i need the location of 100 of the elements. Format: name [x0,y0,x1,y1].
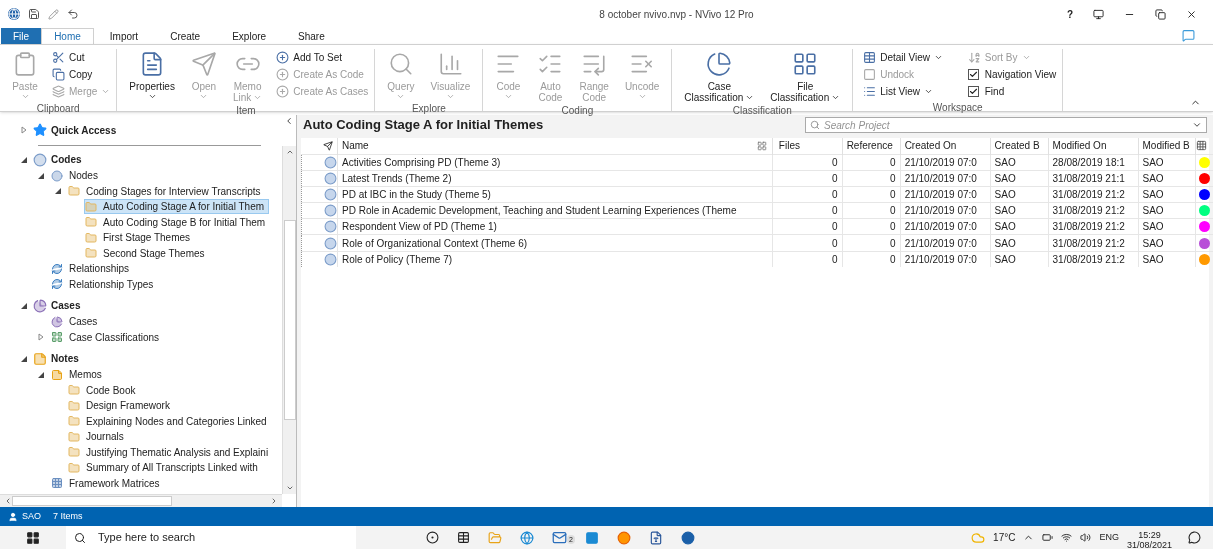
expander-icon[interactable] [53,187,63,196]
ribbon-button[interactable]: Case Classification [678,49,761,103]
document-icon[interactable] [649,530,663,545]
table-icon [863,51,877,64]
app-icon[interactable] [585,530,599,545]
tree-item[interactable]: Code Book [67,382,141,398]
tree-item[interactable]: Auto Coding Stage A for Initial Them [84,199,270,215]
expander-icon[interactable] [19,301,29,310]
close-icon[interactable] [1186,8,1197,20]
table-cell: 0 [772,234,843,252]
app-icon[interactable] [681,530,695,545]
expander-icon[interactable] [19,354,29,363]
table-cell: 31/08/2019 21:2 [1048,186,1138,203]
dropdown-icon[interactable] [1192,120,1202,130]
column-header[interactable]: Name [337,138,773,154]
battery-icon[interactable] [1042,532,1054,543]
clock-time: 15:29 [1138,529,1161,540]
section-heading[interactable]: Notes [51,351,79,366]
column-header[interactable]: Modified On [1048,138,1138,154]
horizontal-scrollbar[interactable] [0,494,282,507]
scroll-up-icon[interactable] [285,148,294,156]
tree-item[interactable]: Cases [50,314,103,330]
browser-icon[interactable] [617,530,631,545]
cortana-icon[interactable] [426,531,439,544]
expander-icon[interactable] [36,171,46,180]
folder-icon [85,216,97,229]
scroll-right-icon[interactable] [270,497,278,505]
ribbon-tab[interactable]: Create [154,28,217,44]
tree-item[interactable]: Explaining Nodes and Categories Linked [67,413,272,429]
ribbon-tab[interactable]: Import [93,28,155,44]
column-header[interactable]: Modified B [1138,138,1196,154]
tree-item[interactable]: Coding Stages for Interview Transcripts [67,183,266,199]
tree-item[interactable]: Auto Coding Stage B for Initial Them [84,214,271,230]
section-heading[interactable]: Codes [51,152,82,167]
square-icon [863,68,877,81]
tree-item[interactable]: Journals [67,429,129,445]
quick-access-heading[interactable]: Quick Access [51,122,117,138]
table-cell: Respondent View of PD (Theme 1) [337,218,773,235]
ribbon-tab[interactable]: Share [282,28,341,44]
tree-item[interactable]: Framework Matrices [50,475,165,491]
tree-item[interactable]: Relationships [50,261,135,277]
scroll-down-icon[interactable] [285,484,294,492]
ribbon-button[interactable]: Properties [123,49,181,101]
weather-icon [971,530,986,545]
ribbon-button[interactable]: Copy [52,66,111,83]
expander-icon[interactable] [19,155,29,164]
tree-item[interactable]: Case Classifications [50,329,165,345]
tree-item[interactable]: Summary of All Transcripts Linked with [67,460,263,476]
refresh-icon [51,262,63,275]
ribbon-button[interactable]: List View [863,83,952,100]
vertical-scrollbar[interactable] [282,146,296,494]
ribbon-display-icon[interactable] [1093,8,1104,20]
table-cell: 31/08/2019 21:1 [1048,170,1138,187]
undo-icon[interactable] [67,8,79,20]
ribbon-button[interactable]: Cut [52,49,111,66]
ribbon-tab[interactable]: Explore [216,28,283,44]
tree-item[interactable]: Justifying Thematic Analysis and Explaini [67,444,274,460]
ribbon-tab[interactable]: Home [41,28,94,44]
column-header[interactable]: Reference [842,138,901,154]
bar-chart-icon [437,51,464,77]
collapse-pane-icon[interactable] [284,116,294,126]
column-header[interactable]: Created On [900,138,991,154]
wifi-icon[interactable] [1061,532,1073,543]
comment-icon[interactable] [1182,29,1195,42]
browser-icon[interactable] [520,530,534,545]
grid-icon [51,331,63,344]
taskbar-search-field[interactable]: Type here to search [98,529,348,546]
column-header[interactable]: Created B [990,138,1049,154]
expander-icon[interactable] [36,370,46,379]
language-indicator[interactable]: ENG [1099,530,1119,545]
table-cell: 21/10/2019 07:0 [900,234,991,252]
tree-item[interactable]: First Stage Themes [84,230,196,246]
ribbon-button[interactable]: Detail View [863,49,952,66]
taskbar-search-box[interactable]: Type here to search [66,526,356,549]
checkbox[interactable]: Navigation View [967,66,1057,83]
tree-item[interactable]: Second Stage Themes [84,245,210,261]
ribbon-button[interactable]: Add To Set [276,49,369,66]
restore-icon[interactable] [1155,8,1166,20]
ribbon-tab[interactable]: File [1,28,42,44]
section-heading[interactable]: Cases [51,298,81,313]
tree-item[interactable]: Nodes [50,168,103,184]
save-icon[interactable] [28,8,40,20]
checkbox[interactable]: Find [967,83,1057,100]
tree-item[interactable]: Relationship Types [50,276,159,292]
list-icon [863,85,877,98]
ribbon-button[interactable]: File Classification [764,49,847,103]
start-icon[interactable] [26,530,40,545]
table-cell: 31/08/2019 21:2 [1048,251,1138,268]
tree-item[interactable]: Design Framework [67,398,175,414]
scroll-left-icon[interactable] [4,497,12,505]
volume-icon[interactable] [1080,532,1092,543]
notification-icon[interactable] [1188,531,1201,544]
tree-item[interactable]: Memos [50,367,107,383]
help-button[interactable]: ? [1066,6,1073,22]
pin-icon [323,140,333,151]
folder-icon [68,446,80,459]
column-header[interactable]: Files [772,138,843,154]
task-view-icon[interactable] [457,531,470,544]
table-cell: Role of Policy (Theme 7) [337,251,773,268]
mail-icon[interactable] [552,530,567,545]
